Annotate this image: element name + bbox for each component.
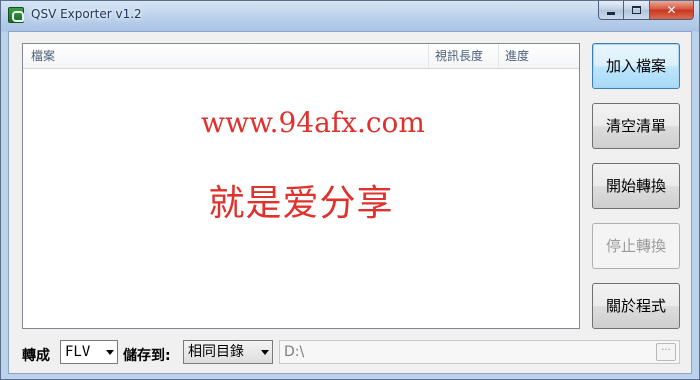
format-select-value: FLV <box>65 344 91 360</box>
browse-button: ··· <box>656 343 676 361</box>
maximize-button[interactable] <box>624 1 650 20</box>
format-select[interactable]: FLV <box>60 340 118 364</box>
convert-to-label: 轉成 <box>22 348 50 364</box>
window-title: QSV Exporter v1.2 <box>31 7 142 21</box>
output-path-value: D:\ <box>284 344 305 360</box>
watermark-slogan: 就是爱分享 <box>208 183 394 224</box>
output-path-field: D:\ ··· <box>279 340 680 364</box>
file-list-header: 檔案 視訊長度 進度 <box>23 44 579 69</box>
about-button[interactable]: 關於程式 <box>592 283 680 329</box>
column-header-duration[interactable]: 視訊長度 <box>429 44 499 68</box>
add-files-button[interactable]: 加入檔案 <box>592 43 680 89</box>
close-button[interactable]: ✕ <box>650 1 694 20</box>
file-list[interactable]: 檔案 視訊長度 進度 www.94afx.com 就是爱分享 <box>22 43 580 329</box>
title-bar[interactable]: QSV Exporter v1.2 ✕ <box>1 1 699 31</box>
maximize-icon <box>632 6 641 14</box>
save-to-label: 儲存到: <box>123 348 171 364</box>
start-convert-button[interactable]: 開始轉換 <box>592 163 680 209</box>
watermark-url: www.94afx.com <box>201 106 425 139</box>
stop-convert-button: 停止轉換 <box>592 223 680 269</box>
window-controls: ✕ <box>598 1 694 21</box>
column-header-file[interactable]: 檔案 <box>23 44 429 68</box>
minimize-button[interactable] <box>598 1 624 20</box>
close-icon: ✕ <box>666 3 677 17</box>
dropdown-arrow-icon <box>261 350 269 355</box>
clear-list-button[interactable]: 清空清單 <box>592 103 680 149</box>
dropdown-arrow-icon <box>106 350 114 355</box>
save-location-value: 相同目錄 <box>188 344 244 360</box>
client-area: 檔案 視訊長度 進度 www.94afx.com 就是爱分享 加入檔案 清空清單… <box>8 31 692 374</box>
app-window: QSV Exporter v1.2 ✕ 檔案 視訊長度 進度 www.94afx… <box>0 0 700 380</box>
minimize-icon <box>607 11 615 15</box>
save-location-select[interactable]: 相同目錄 <box>183 340 273 364</box>
app-icon[interactable] <box>8 7 24 23</box>
column-header-progress[interactable]: 進度 <box>499 44 579 68</box>
